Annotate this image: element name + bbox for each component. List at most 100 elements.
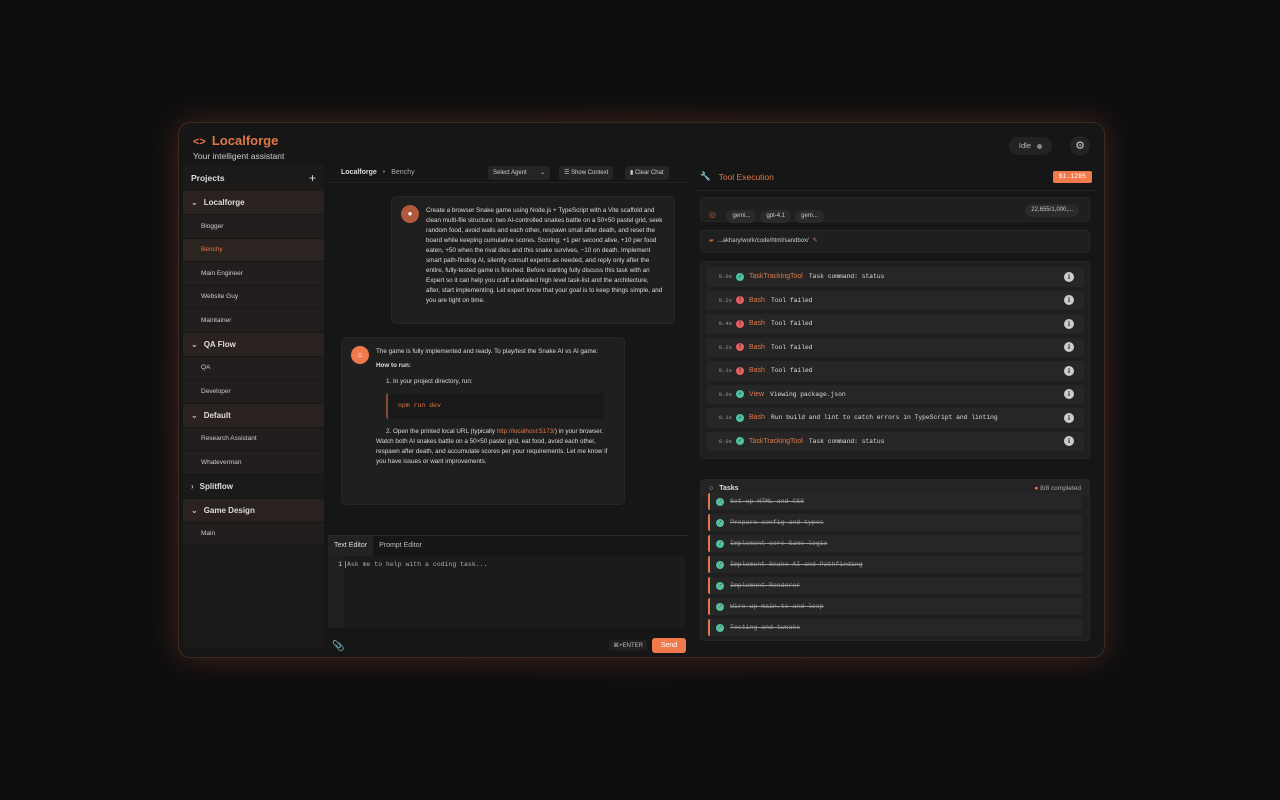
edit-pencil-icon[interactable]: ✎ xyxy=(813,238,818,244)
info-icon[interactable]: i xyxy=(1064,318,1074,329)
task-label: Implement core Game logic xyxy=(730,540,828,547)
tool-row[interactable]: 0.2s! Bash Tool failed i xyxy=(706,337,1084,357)
model-pill[interactable]: gpt-4.1 xyxy=(760,210,792,223)
check-circle-icon: ✓ xyxy=(716,581,724,590)
task-item: ✓ Implement Renderer xyxy=(708,577,1082,594)
tool-row[interactable]: 0.0s ✓ View Viewing package.json i xyxy=(706,384,1084,404)
app-logo: <> Localforge xyxy=(193,133,278,148)
duration: 0.0s xyxy=(718,437,732,445)
project-group-localforge[interactable]: ⌄ Localforge xyxy=(183,191,324,215)
check-circle-icon: ✓ xyxy=(716,623,724,632)
code-brackets-icon: <> xyxy=(193,136,206,148)
duration: 0.1s xyxy=(718,367,732,375)
tool-row[interactable]: 0.1s! Bash Tool failed i xyxy=(706,361,1084,381)
tool-row[interactable]: 0.2s! Bash Tool failed i xyxy=(706,290,1084,310)
check-circle-icon: ✓ xyxy=(736,390,744,399)
tool-description: Task command: status xyxy=(808,437,885,445)
tool-description: Run build and lint to catch errors in Ty… xyxy=(770,414,998,422)
add-project-button[interactable]: + xyxy=(309,171,316,185)
shortcut-hint: ⌘+ENTER xyxy=(609,640,647,651)
group-label: Splitflow xyxy=(199,481,233,491)
project-group-game-design[interactable]: ⌄ Game Design xyxy=(183,498,324,523)
show-context-button[interactable]: ☰ Show Context xyxy=(559,166,614,180)
paperclip-attach-icon[interactable]: 📎 xyxy=(332,641,344,652)
sidebar-item-qa[interactable]: QA xyxy=(183,356,324,380)
send-button[interactable]: Send xyxy=(652,638,686,653)
info-icon[interactable]: i xyxy=(1064,271,1074,282)
sidebar-item-website-guy[interactable]: Website Guy xyxy=(183,285,324,309)
tool-name: Bash xyxy=(749,414,765,422)
tool-description: Tool failed xyxy=(770,367,813,375)
error-circle-icon: ! xyxy=(736,343,744,352)
working-directory: ▰ ...akhary/work/code/html/sandbox/ ✎ xyxy=(700,230,1090,253)
task-item: ✓ Prepare config and types xyxy=(708,514,1082,531)
sidebar-item-developer[interactable]: Developer xyxy=(183,380,324,404)
chat-toolbar: Localforge • Benchy Select Agent ⌄ ☰ Show C… xyxy=(328,163,689,183)
duration: 0.4s xyxy=(718,320,732,328)
tool-log: 0.0s ✓ TaskTrackingTool Task command: statu… xyxy=(700,261,1090,459)
sidebar-item-research-assistant[interactable]: Research Assistant xyxy=(183,427,324,451)
sidebar-item-benchy[interactable]: Benchy xyxy=(183,238,324,262)
task-item: ✓ Wire up main.ts and loop xyxy=(708,598,1082,615)
duration: 0.0s xyxy=(718,390,732,398)
wrench-icon: 🔧 xyxy=(700,171,711,181)
info-icon[interactable]: i xyxy=(1064,342,1074,353)
reply-intro: The game is fully implemented and ready.… xyxy=(376,348,599,355)
folder-icon: ▰ xyxy=(709,238,714,244)
model-pill[interactable]: gemi... xyxy=(726,210,757,223)
info-icon[interactable]: i xyxy=(1064,412,1074,423)
error-circle-icon: ! xyxy=(736,366,744,375)
breadcrumb-project[interactable]: Localforge xyxy=(341,169,377,176)
settings-gear-icon[interactable]: ⚙ xyxy=(1070,136,1090,156)
group-label: Default xyxy=(203,410,231,420)
check-circle-icon: ✓ xyxy=(736,437,744,446)
project-group-splitflow[interactable]: › Splitflow xyxy=(183,474,324,499)
status-text: Idle xyxy=(1018,141,1031,150)
chevron-down-icon: ⌄ xyxy=(191,410,198,420)
tool-name: TaskTrackingTool xyxy=(749,437,803,445)
localhost-link[interactable]: http://localhost:5173/ xyxy=(497,428,555,435)
sidebar-item-maintainer[interactable]: Maintainer xyxy=(183,309,324,333)
info-icon[interactable]: i xyxy=(1064,389,1074,400)
select-agent-dropdown[interactable]: Select Agent ⌄ xyxy=(488,166,550,180)
check-circle-icon: ✓ xyxy=(736,272,744,281)
tool-description: Viewing package.json xyxy=(770,390,846,398)
tab-prompt-editor[interactable]: Prompt Editor xyxy=(373,536,428,556)
tool-description: Tool failed xyxy=(770,343,813,351)
model-pill[interactable]: gem... xyxy=(795,210,824,223)
reply-step-1: 1. In your project directory, run: xyxy=(386,378,473,385)
tool-name: Bash xyxy=(749,320,765,328)
clear-chat-button[interactable]: ▮ Clear Chat xyxy=(625,166,669,180)
task-label: Implement Renderer xyxy=(730,582,801,589)
info-icon[interactable]: i xyxy=(1064,295,1074,306)
sidebar-item-main[interactable]: Main xyxy=(183,522,324,546)
sidebar-item-main-engineer[interactable]: Main Engineer xyxy=(183,262,324,286)
tasks-panel: ○ Tasks ● 8/8 completed ✓ Set up HTML and C… xyxy=(700,479,1090,641)
info-icon[interactable]: i xyxy=(1064,365,1074,376)
info-icon[interactable]: i xyxy=(1064,436,1074,447)
check-circle-icon: ✓ xyxy=(716,560,724,569)
group-label: Localforge xyxy=(203,198,245,207)
chevron-down-icon: ⌄ xyxy=(191,339,198,349)
sidebar-item-whateverman[interactable]: Whateverman xyxy=(183,451,324,475)
chat-panel: Localforge • Benchy Select Agent ⌄ ☰ Show C… xyxy=(328,163,689,653)
prompt-input[interactable]: 1 Ask me to help with a coding task... xyxy=(328,556,685,628)
user-message: ● Create a browser Snake game using Node… xyxy=(391,196,675,324)
project-group-qa-flow[interactable]: ⌄ QA Flow xyxy=(183,332,324,357)
tool-description: Task command: status xyxy=(808,273,885,281)
project-group-default[interactable]: ⌄ Default xyxy=(183,403,324,428)
tool-row[interactable]: 0.0s ✓ TaskTrackingTool Task command: statu… xyxy=(706,431,1084,451)
task-label: Wire up main.ts and loop xyxy=(730,603,824,610)
tool-row[interactable]: 0.0s ✓ TaskTrackingTool Task command: statu… xyxy=(706,267,1084,287)
tab-text-editor[interactable]: Text Editor xyxy=(328,536,374,556)
task-label: Implement Snake AI and Pathfinding xyxy=(730,561,863,568)
error-circle-icon: ! xyxy=(736,319,744,328)
check-circle-icon: ✓ xyxy=(716,602,724,611)
tool-row[interactable]: 0.4s! Bash Tool failed i xyxy=(706,314,1084,334)
task-label: Set up HTML and CSS xyxy=(730,498,805,505)
tool-row[interactable]: 0.1s ✓ Bash Run build and lint to catch err… xyxy=(706,408,1084,428)
token-usage: 22,655/1,000,... xyxy=(1025,204,1079,217)
sidebar-item-blogger[interactable]: Blogger xyxy=(183,215,324,239)
tool-name: View xyxy=(749,390,765,398)
reply-outro: Watch both AI snakes battle on a 50×50 p… xyxy=(376,438,608,465)
